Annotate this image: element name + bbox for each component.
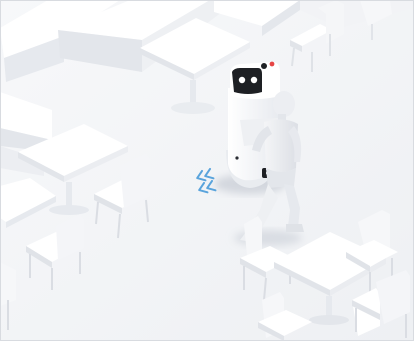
- robot-eye-left: [238, 76, 246, 84]
- robot-eye-right: [250, 76, 258, 84]
- scene-render: [0, 0, 414, 341]
- robot-face-screen: [232, 68, 262, 94]
- robot-cafe-illustration: [0, 0, 414, 341]
